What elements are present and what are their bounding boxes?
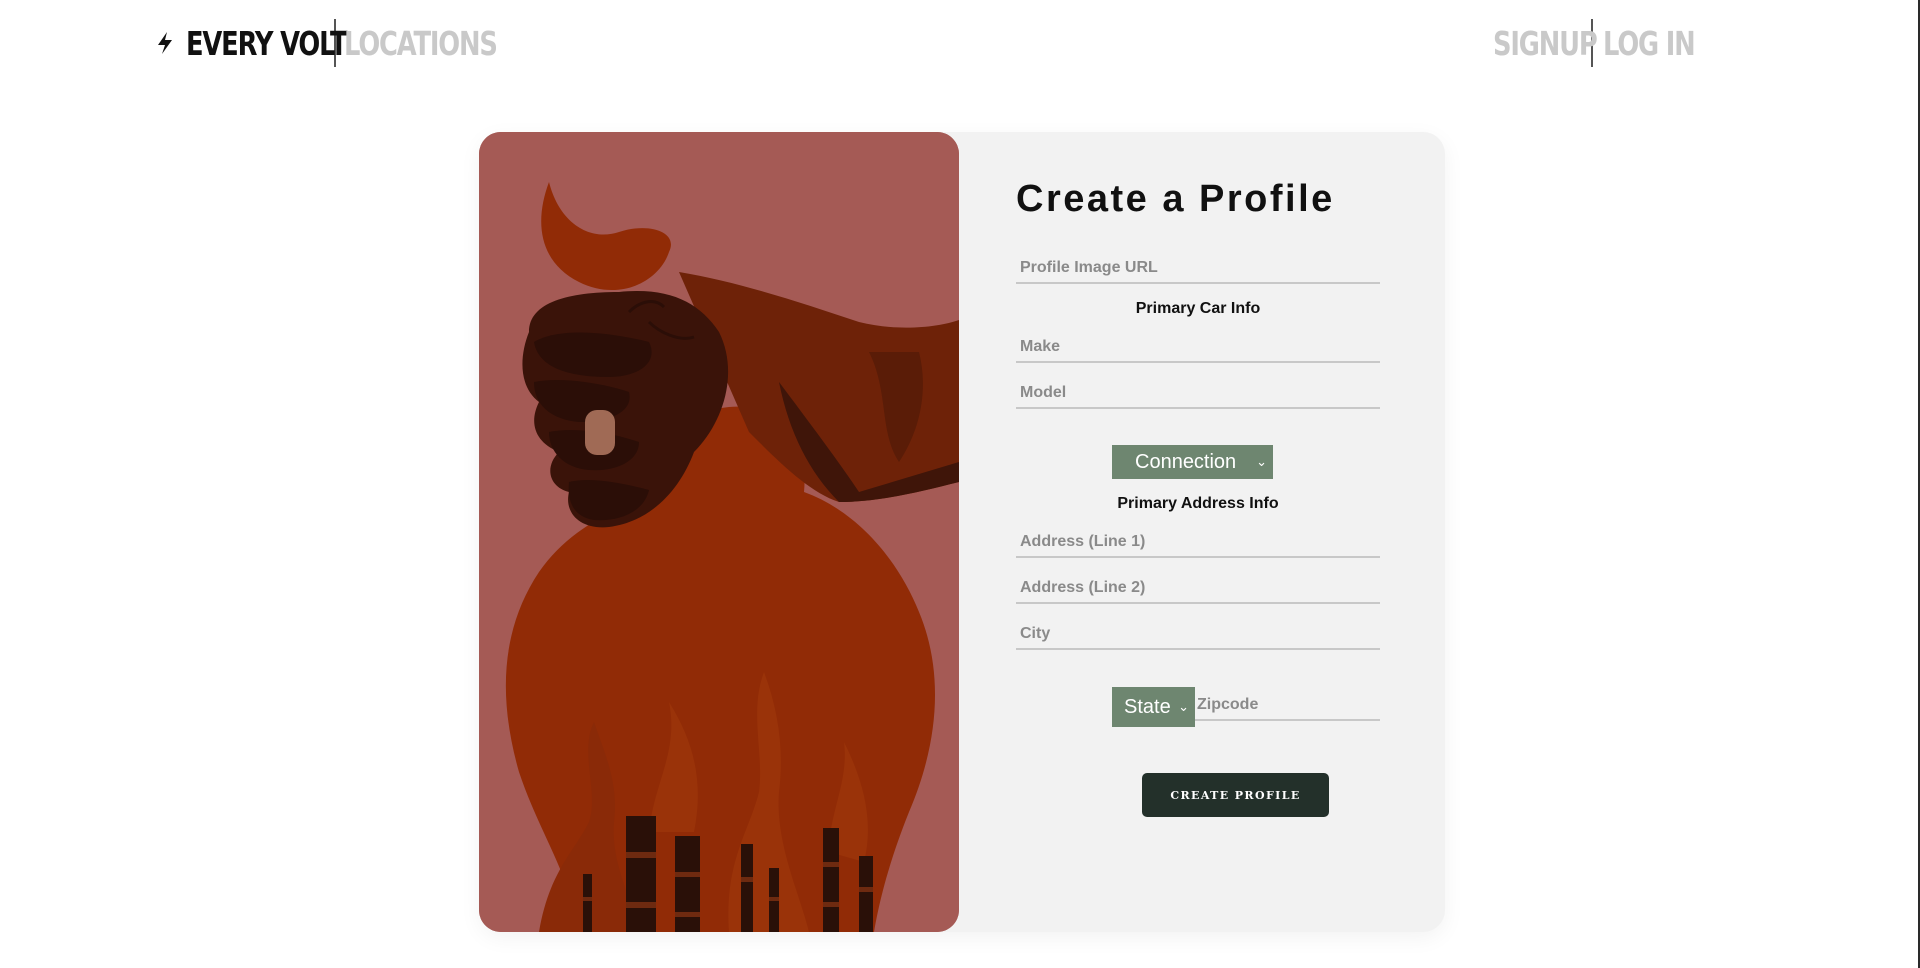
profile-image-url-input[interactable] bbox=[1016, 254, 1380, 284]
address-section-label: Primary Address Info bbox=[1117, 495, 1279, 512]
create-profile-form: Create a Profile Primary Car Info Connec… bbox=[1016, 132, 1382, 932]
city-input[interactable] bbox=[1016, 620, 1380, 650]
bolt-icon bbox=[158, 32, 172, 54]
nav-left: EVERY VOLT LOCATIONS bbox=[154, 18, 498, 68]
state-select-value: State bbox=[1124, 695, 1171, 718]
make-input[interactable] bbox=[1016, 333, 1380, 363]
chevron-down-icon: ⌄ bbox=[1256, 454, 1267, 469]
nav-signup-link[interactable]: SIGNUP bbox=[1493, 24, 1598, 63]
smokestack-fist-illustration bbox=[479, 132, 959, 932]
model-input[interactable] bbox=[1016, 379, 1380, 409]
page: EVERY VOLT LOCATIONS SIGNUP LOG IN Creat… bbox=[0, 0, 1920, 968]
state-select[interactable]: State ⌄ bbox=[1112, 687, 1195, 727]
nav-right: SIGNUP LOG IN bbox=[1493, 18, 1696, 68]
form-title: Create a Profile bbox=[1016, 178, 1335, 220]
connection-select[interactable]: Connection ⌄ bbox=[1112, 445, 1273, 479]
create-profile-button[interactable]: CREATE PROFILE bbox=[1142, 773, 1329, 817]
address-line1-input[interactable] bbox=[1016, 528, 1380, 558]
connection-select-value: Connection bbox=[1135, 450, 1237, 473]
profile-card: Create a Profile Primary Car Info Connec… bbox=[479, 132, 1445, 932]
nav-locations-link[interactable]: LOCATIONS bbox=[344, 24, 498, 63]
car-section-label: Primary Car Info bbox=[1135, 300, 1261, 317]
chevron-down-icon: ⌄ bbox=[1178, 699, 1189, 714]
nav-login-link[interactable]: LOG IN bbox=[1603, 24, 1696, 63]
brand-logo[interactable]: EVERY VOLT bbox=[186, 24, 348, 63]
zipcode-input[interactable] bbox=[1195, 691, 1380, 721]
address-line2-input[interactable] bbox=[1016, 574, 1380, 604]
